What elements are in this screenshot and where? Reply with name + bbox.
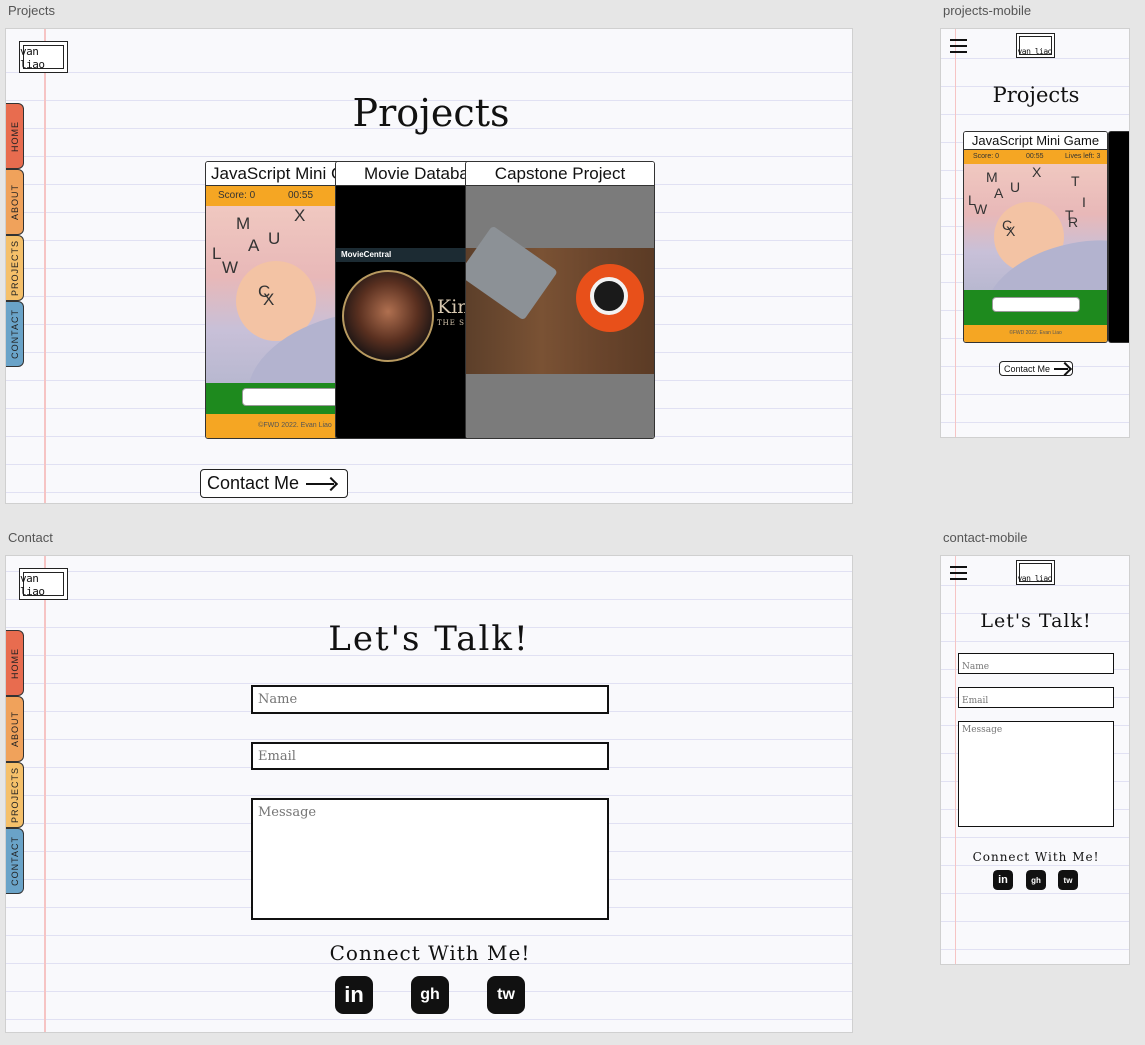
page-title: Let's Talk! — [328, 619, 530, 659]
nav-tab-home[interactable]: HOME — [6, 630, 24, 696]
nav-tab-projects[interactable]: PROJECTS — [6, 762, 24, 828]
github-icon[interactable]: gh — [411, 976, 449, 1014]
frame-label-contact-mobile: contact-mobile — [943, 530, 1028, 545]
page-title: Projects — [352, 91, 510, 135]
name-field[interactable] — [251, 685, 609, 714]
project-card-game[interactable]: JavaScript Mini Game Score: 0 00:55 Live… — [963, 131, 1108, 343]
page-title: Let's Talk! — [980, 610, 1092, 632]
twitter-icon[interactable]: tw — [487, 976, 525, 1014]
name-input[interactable] — [253, 687, 607, 712]
message-field[interactable] — [958, 721, 1114, 827]
logo[interactable]: van liao — [19, 41, 68, 73]
movie-poster — [342, 270, 434, 362]
nav-tab-about[interactable]: ABOUT — [6, 169, 24, 235]
contact-me-button[interactable]: Contact Me — [999, 361, 1073, 376]
linkedin-icon[interactable]: in — [993, 870, 1013, 890]
project-card-capstone[interactable]: Capstone Project — [465, 161, 655, 439]
frame-label-projects-mobile: projects-mobile — [943, 3, 1032, 18]
connect-title: Connect With Me! — [329, 941, 531, 965]
card-title: Capstone Project — [466, 162, 654, 186]
arrow-right-icon — [1054, 365, 1070, 373]
contact-me-button[interactable]: Contact Me — [200, 469, 348, 498]
frame-label-contact: Contact — [8, 530, 53, 545]
message-field[interactable] — [251, 798, 609, 920]
frame-label-projects: Projects — [8, 3, 55, 18]
contact-mobile-frame: van liao Let's Talk! Connect With Me! in… — [940, 555, 1130, 965]
email-field[interactable] — [251, 742, 609, 770]
hamburger-icon[interactable] — [950, 39, 967, 57]
margin-line — [44, 29, 46, 503]
message-input[interactable] — [253, 800, 607, 918]
hamburger-icon[interactable] — [950, 566, 967, 584]
logo[interactable]: van liao — [1016, 560, 1055, 585]
contact-frame: van liao HOME ABOUT PROJECTS CONTACT Let… — [5, 555, 853, 1033]
capstone-image — [466, 225, 654, 374]
name-field[interactable] — [958, 653, 1114, 677]
projects-mobile-frame: van liao Projects JavaScript Mini Game S… — [940, 28, 1130, 438]
nav-tab-about[interactable]: ABOUT — [6, 696, 24, 762]
logo[interactable]: van liao — [19, 568, 68, 600]
email-field[interactable] — [958, 687, 1114, 711]
projects-frame: van liao HOME ABOUT PROJECTS CONTACT Pro… — [5, 28, 853, 504]
logo-text: van liao — [20, 45, 45, 71]
logo[interactable]: van liao — [1016, 33, 1055, 58]
email-input[interactable] — [253, 744, 607, 768]
nav-tab-home[interactable]: HOME — [6, 103, 24, 169]
nav-tab-contact[interactable]: CONTACT — [6, 301, 24, 367]
project-card-movie[interactable] — [1108, 131, 1129, 343]
nav-tab-projects[interactable]: PROJECTS — [6, 235, 24, 301]
connect-title: Connect With Me! — [972, 850, 1100, 864]
game-answer-input[interactable] — [992, 297, 1080, 312]
github-icon[interactable]: gh — [1026, 870, 1046, 890]
nav-tab-contact[interactable]: CONTACT — [6, 828, 24, 894]
twitter-icon[interactable]: tw — [1058, 870, 1078, 890]
linkedin-icon[interactable]: in — [335, 976, 373, 1014]
page-title: Projects — [992, 83, 1080, 107]
arrow-right-icon — [306, 478, 336, 490]
